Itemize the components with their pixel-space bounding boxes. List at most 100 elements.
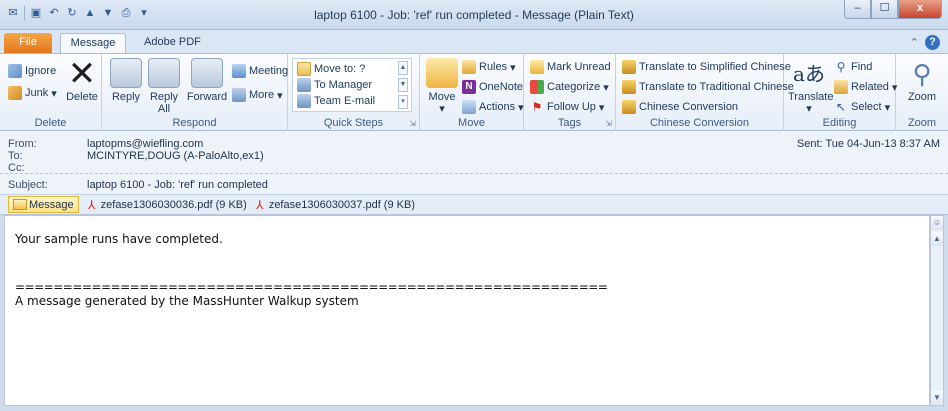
attachment-pdf-1[interactable]: ⅄ zefase1306030036.pdf (9 KB) xyxy=(85,198,247,212)
group-delete: Ignore Junk ▾ ✕ Delete Delete xyxy=(0,54,102,131)
sent-value: Tue 04-Jun-13 8:37 AM xyxy=(825,138,940,150)
more-button[interactable]: More ▾ xyxy=(232,88,283,102)
close-button[interactable]: x xyxy=(898,0,942,19)
team-email-icon xyxy=(297,94,311,108)
more-label: More xyxy=(249,89,275,101)
attachment-pdf-2[interactable]: ⅄ zefase1306030037.pdf (9 KB) xyxy=(253,198,415,212)
group-label-quick-steps: Quick Steps xyxy=(323,117,384,129)
minimize-button[interactable]: – xyxy=(844,0,871,19)
body-line: A message generated by the MassHunter Wa… xyxy=(15,294,359,308)
attachments-bar: Message ⅄ zefase1306030036.pdf (9 KB) ⅄ … xyxy=(0,195,948,215)
to-value[interactable]: MCINTYRE,DOUG (A-PaloAlto,ex1) xyxy=(87,150,264,162)
help-area: ⌃ ? xyxy=(910,35,940,50)
chinese-conversion-icon xyxy=(622,100,636,114)
quick-step-move-to[interactable]: Move to: ? xyxy=(297,62,365,76)
quick-step-label: Team E-mail xyxy=(314,95,376,107)
reply-all-label-1: Reply xyxy=(149,91,179,103)
attachment-message[interactable]: Message xyxy=(8,196,79,213)
from-label: From: xyxy=(8,138,37,150)
message-body[interactable]: Your sample runs have completed. =======… xyxy=(4,215,930,406)
chinese-conversion-button[interactable]: Chinese Conversion xyxy=(622,100,738,114)
dropdown-icon: ▾ xyxy=(51,87,57,100)
mark-unread-button[interactable]: Mark Unread xyxy=(530,60,611,74)
dropdown-icon: ▾ xyxy=(884,101,891,114)
meeting-button[interactable]: Meeting xyxy=(232,64,288,78)
subject-label: Subject: xyxy=(8,179,48,191)
delete-button[interactable]: ✕ Delete xyxy=(64,55,100,103)
onenote-button[interactable]: N OneNote xyxy=(462,80,523,94)
delete-label: Delete xyxy=(66,91,98,103)
actions-icon xyxy=(462,100,476,114)
categorize-button[interactable]: Categorize ▾ xyxy=(530,80,609,94)
quick-step-label: Move to: ? xyxy=(314,63,366,75)
tab-adobe-pdf[interactable]: Adobe PDF xyxy=(134,33,211,53)
move-to-icon xyxy=(297,62,311,76)
find-button[interactable]: ⚲ Find xyxy=(834,60,873,74)
rules-button[interactable]: Rules ▾ xyxy=(462,60,516,74)
quick-step-team-email[interactable]: Team E-mail xyxy=(297,94,375,108)
dropdown-icon: ▾ xyxy=(806,103,812,115)
reply-all-icon xyxy=(148,58,180,88)
rules-icon xyxy=(462,60,476,74)
actions-label: Actions xyxy=(479,101,516,113)
dropdown-icon: ▾ xyxy=(510,61,516,74)
dialog-launcher-icon[interactable]: ⇲ xyxy=(605,119,612,128)
group-label-respond: Respond xyxy=(172,117,217,129)
traditional-chinese-icon xyxy=(622,80,636,94)
group-zoom: ⚲ Zoom Zoom xyxy=(896,54,948,131)
more-icon xyxy=(232,88,246,102)
ignore-label: Ignore xyxy=(25,65,57,77)
tab-file[interactable]: File xyxy=(4,33,52,53)
people-pane-toggle-icon[interactable]: ☺ xyxy=(931,216,943,230)
select-button[interactable]: ↖ Select ▾ xyxy=(834,100,890,114)
sent-label: Sent: xyxy=(796,138,823,150)
translate-simplified-label: Translate to Simplified Chinese xyxy=(639,61,791,73)
move-button[interactable]: Move ▾ xyxy=(426,58,458,115)
window-title: laptop 6100 - Job: 'ref' run completed -… xyxy=(314,8,634,22)
translate-traditional-button[interactable]: Translate to Traditional Chinese xyxy=(622,80,794,94)
group-label-move: Move xyxy=(458,117,485,129)
magnifier-icon: ⚲ xyxy=(912,59,932,89)
attachment-label: zefase1306030036.pdf (9 KB) xyxy=(100,198,247,211)
reply-icon xyxy=(110,58,142,88)
tab-message[interactable]: Message xyxy=(60,33,126,53)
follow-up-button[interactable]: ⚑ Follow Up ▾ xyxy=(530,100,605,114)
group-quick-steps: Move to: ? To Manager Team E-mail ▲ ▼ ▾ … xyxy=(288,54,420,131)
vertical-scrollbar[interactable]: ☺ ▲ ▼ xyxy=(930,215,944,406)
header-divider xyxy=(0,173,948,174)
forward-button[interactable]: Forward xyxy=(186,58,228,103)
group-label-tags: Tags xyxy=(557,117,582,129)
quick-step-to-manager[interactable]: To Manager xyxy=(297,78,372,92)
title-bar: ✉ ▣ ↶ ↻ ▲ ▼ ⎙ ▾ laptop 6100 - Job: 'ref'… xyxy=(0,0,948,30)
group-move: Move ▾ Rules ▾ N OneNote Actions ▾ Move xyxy=(420,54,524,131)
meeting-icon xyxy=(232,64,246,78)
scroll-down-icon[interactable]: ▼ xyxy=(931,391,943,405)
dialog-launcher-icon[interactable]: ⇲ xyxy=(409,119,416,128)
junk-button[interactable]: Junk ▾ xyxy=(8,86,57,100)
minimize-ribbon-icon[interactable]: ⌃ xyxy=(910,36,919,49)
translate-simplified-button[interactable]: Translate to Simplified Chinese xyxy=(622,60,791,74)
zoom-button[interactable]: ⚲ Zoom xyxy=(902,58,942,103)
ignore-button[interactable]: Ignore xyxy=(8,64,56,78)
group-respond: Reply Reply All Forward Meeting More ▾ R… xyxy=(102,54,288,131)
related-button[interactable]: Related ▾ xyxy=(834,80,897,94)
help-icon[interactable]: ? xyxy=(925,35,940,50)
gallery-down-icon[interactable]: ▼ xyxy=(398,78,408,92)
categorize-label: Categorize xyxy=(547,81,601,93)
scroll-up-icon[interactable]: ▲ xyxy=(931,232,943,246)
actions-button[interactable]: Actions ▾ xyxy=(462,100,524,114)
maximize-button[interactable]: ☐ xyxy=(871,0,898,19)
gallery-more-icon[interactable]: ▾ xyxy=(398,95,408,109)
window-bottom-border xyxy=(0,406,948,411)
from-value[interactable]: laptopms@wiefling.com xyxy=(87,138,203,150)
pdf-icon: ⅄ xyxy=(87,197,96,212)
mark-unread-icon xyxy=(530,60,544,74)
select-label: Select xyxy=(851,101,882,113)
delete-x-icon: ✕ xyxy=(67,55,97,93)
sent-row: Sent: Tue 04-Jun-13 8:37 AM xyxy=(797,138,940,150)
reply-all-button[interactable]: Reply All xyxy=(148,58,180,115)
translate-icon: aあ xyxy=(793,62,825,86)
translate-button[interactable]: aあ Translate ▾ xyxy=(788,58,833,115)
gallery-up-icon[interactable]: ▲ xyxy=(398,61,408,75)
reply-button[interactable]: Reply xyxy=(110,58,142,103)
